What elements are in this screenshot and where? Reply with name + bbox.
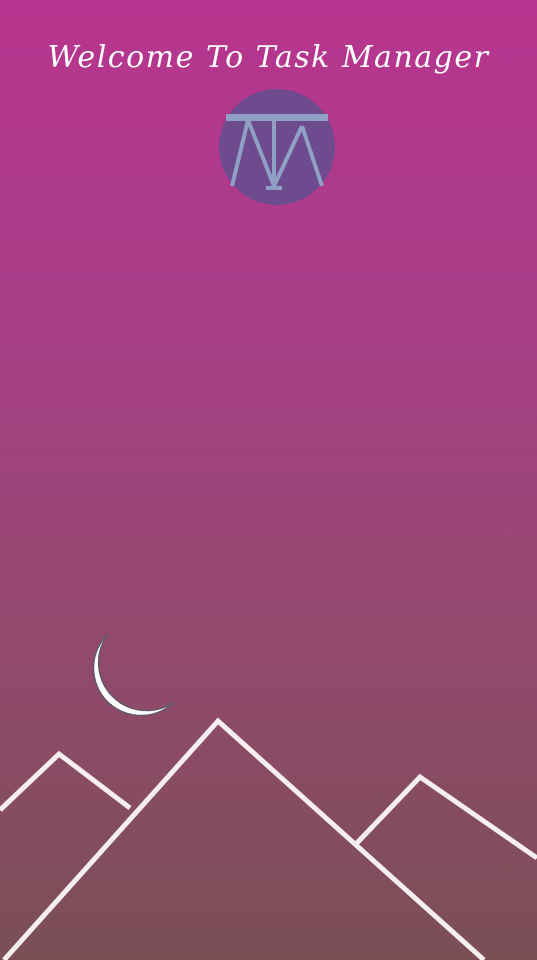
left-mountain: [0, 750, 132, 812]
right-mountain: [354, 773, 537, 861]
night-mountain-scene: [0, 633, 537, 960]
welcome-screen: Welcome To Task Manager: [0, 0, 537, 960]
crescent-moon-icon: [93, 633, 175, 716]
mountain-outline-icon: [0, 717, 537, 960]
center-mountain: [2, 717, 486, 960]
